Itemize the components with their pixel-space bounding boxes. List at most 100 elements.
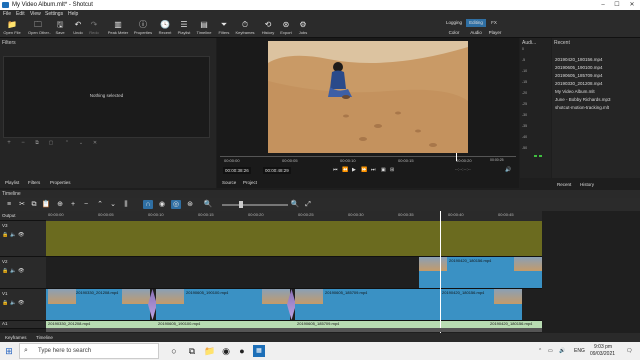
- peak-meter-button[interactable]: ▥ Peak Meter: [107, 19, 129, 37]
- layout-editing-button[interactable]: Editing: [466, 19, 486, 27]
- player-playhead[interactable]: [456, 153, 457, 161]
- mute-icon[interactable]: 🔈: [10, 232, 16, 238]
- minimize-icon[interactable]: –: [596, 0, 610, 10]
- remove-icon[interactable]: −: [81, 200, 91, 209]
- clip-v2[interactable]: 20190420_180156.mp4: [419, 257, 542, 288]
- current-timecode[interactable]: 00:00:38:26: [223, 167, 251, 174]
- file-explorer-icon[interactable]: 📁: [204, 345, 216, 357]
- tab-timeline[interactable]: Timeline: [36, 335, 53, 340]
- save-button[interactable]: 🖫 Save: [50, 19, 70, 37]
- clip-a1-3[interactable]: 20190605_185709.mp4: [295, 321, 440, 328]
- menu-edit[interactable]: Edit: [16, 11, 25, 17]
- clip-a1-2[interactable]: 20190605_190100.mp4: [156, 321, 295, 328]
- ripple-all-icon[interactable]: ⊛: [185, 200, 195, 209]
- paste-filter-icon[interactable]: ▢: [46, 140, 56, 146]
- list-item[interactable]: 20190330_201208.mp4: [554, 80, 637, 88]
- list-item[interactable]: My Video Album.mlt: [554, 88, 637, 96]
- clock-time[interactable]: 9:03 pm: [594, 344, 612, 350]
- layout-logging-button[interactable]: Logging: [443, 19, 465, 27]
- layout-audio-button[interactable]: Audio: [466, 29, 486, 37]
- tab-keyframes[interactable]: Keyframes: [5, 335, 27, 340]
- copy-icon[interactable]: ⧉: [29, 200, 39, 209]
- tab-source[interactable]: Source: [222, 180, 236, 185]
- clip-v1-1[interactable]: 20190330_201208.mp4: [46, 289, 150, 320]
- timeline-menu-icon[interactable]: ≡: [4, 200, 14, 209]
- add-filter-icon[interactable]: +: [4, 140, 14, 146]
- lift-icon[interactable]: ⌃: [95, 200, 105, 209]
- list-item[interactable]: 20190605_185709.mp4: [554, 72, 637, 80]
- lock-icon[interactable]: 🔒: [2, 232, 8, 238]
- tab-project[interactable]: Project: [243, 180, 257, 185]
- zoom-in-icon[interactable]: 🔍: [290, 200, 300, 209]
- menu-file[interactable]: File: [3, 11, 11, 17]
- track-a1[interactable]: 20190330_201208.mp4 20190605_190100.mp4 …: [46, 321, 542, 328]
- skip-previous-icon[interactable]: ⏮: [333, 167, 338, 173]
- clip-v1-3[interactable]: 20190605_185709.mp4: [295, 289, 440, 320]
- play-icon[interactable]: ▶: [352, 167, 356, 173]
- append-icon[interactable]: ⊕: [55, 200, 65, 209]
- timeline-ruler[interactable]: 00:00:00 00:00:05 00:00:10 00:00:15 00:0…: [46, 211, 542, 221]
- zoom-fit-icon[interactable]: ⤢: [303, 200, 313, 209]
- speaker-icon[interactable]: 🔊: [559, 348, 565, 354]
- cortana-icon[interactable]: ○: [168, 345, 180, 357]
- deselect-icon[interactable]: ✕: [90, 140, 100, 146]
- video-preview[interactable]: [268, 41, 468, 153]
- taskbar-search-input[interactable]: ⌕ Type here to search: [19, 343, 159, 359]
- toggle-zoom-icon[interactable]: ▣: [381, 167, 386, 173]
- paste-icon[interactable]: 📋: [41, 200, 51, 209]
- tab-recent[interactable]: Recent: [557, 182, 571, 187]
- shotcut-taskbar-icon[interactable]: ▦: [253, 345, 265, 357]
- hide-icon[interactable]: 👁: [18, 232, 24, 238]
- timeline-scrollbar[interactable]: [46, 328, 542, 332]
- timeline-playhead[interactable]: [440, 211, 441, 333]
- zoom-out-icon[interactable]: 🔍: [203, 200, 213, 209]
- copy-filter-icon[interactable]: ⧉: [32, 140, 42, 146]
- track-v3[interactable]: [46, 221, 542, 257]
- snap-icon[interactable]: ∩: [143, 200, 153, 209]
- menu-settings[interactable]: Settings: [45, 11, 63, 17]
- list-item[interactable]: shotcut-motion-tracking.mlt: [554, 104, 637, 112]
- grid-icon[interactable]: ⊞: [390, 167, 394, 173]
- clip-a1-1[interactable]: 20190330_201208.mp4: [46, 321, 156, 328]
- chrome-icon[interactable]: ◉: [220, 345, 232, 357]
- track-header-v2[interactable]: V2 🔒 🔈 👁: [0, 257, 46, 289]
- keyframes-button[interactable]: ⏱ Keyframes: [234, 19, 256, 37]
- recent-button[interactable]: 🕓 Recent: [155, 19, 175, 37]
- close-icon[interactable]: ✕: [625, 0, 639, 10]
- tab-filters[interactable]: Filters: [28, 180, 40, 185]
- open-file-button[interactable]: 📁 Open File: [2, 19, 22, 37]
- tab-history[interactable]: History: [580, 182, 594, 187]
- mute-icon[interactable]: 🔈: [10, 300, 16, 306]
- windows-start-icon[interactable]: ⊞: [3, 345, 15, 357]
- list-item[interactable]: 20190420_180156.mp4: [554, 56, 637, 64]
- redo-button[interactable]: ↷ Redo: [84, 19, 104, 37]
- ripple-icon[interactable]: ◎: [171, 200, 181, 209]
- zoom-slider-handle[interactable]: [239, 201, 243, 208]
- filters-button[interactable]: ⏷ Filters: [214, 19, 234, 37]
- menu-view[interactable]: View: [30, 11, 41, 17]
- track-v1[interactable]: 20190330_201208.mp4 20190605_190100.mp4 …: [46, 289, 542, 321]
- clip-a1-4[interactable]: 20190420_180156.mp4: [440, 321, 542, 328]
- layout-player-button[interactable]: Player: [487, 29, 503, 37]
- playlist-button[interactable]: ☰ Playlist: [174, 19, 194, 37]
- notifications-icon[interactable]: 🗨: [626, 348, 632, 354]
- cut-icon[interactable]: ✂: [17, 200, 27, 209]
- clip-v1-4[interactable]: 20190420_180156.mp4: [440, 289, 522, 320]
- open-other-button[interactable]: 🗀 Open Other..: [28, 19, 51, 37]
- task-view-icon[interactable]: ⧉: [186, 345, 198, 357]
- properties-button[interactable]: ⓘ Properties: [132, 19, 154, 37]
- skip-next-icon[interactable]: ⏭: [371, 167, 376, 173]
- track-header-v1[interactable]: V1 🔒 🔈 👁: [0, 289, 46, 321]
- clip-v1-2[interactable]: 20190605_190100.mp4: [156, 289, 290, 320]
- track-header-v3[interactable]: V3 🔒 🔈 👁: [0, 221, 46, 257]
- track-header-a1[interactable]: A1: [0, 321, 46, 329]
- maximize-icon[interactable]: ☐: [610, 0, 624, 10]
- list-item[interactable]: June - Bobby Richards.mp3: [554, 96, 637, 104]
- tab-properties[interactable]: Properties: [50, 180, 71, 185]
- timeline-button[interactable]: ▤ Timeline: [194, 19, 214, 37]
- split-icon[interactable]: ⫼: [121, 200, 131, 209]
- language-indicator[interactable]: ENG: [574, 348, 585, 354]
- player-ruler[interactable]: 00:00:00 00:00:05 00:00:10 00:00:15 00:0…: [220, 153, 516, 165]
- track-v2[interactable]: 20190420_180156.mp4: [46, 257, 542, 289]
- tray-arrow-icon[interactable]: ⌃: [538, 348, 542, 354]
